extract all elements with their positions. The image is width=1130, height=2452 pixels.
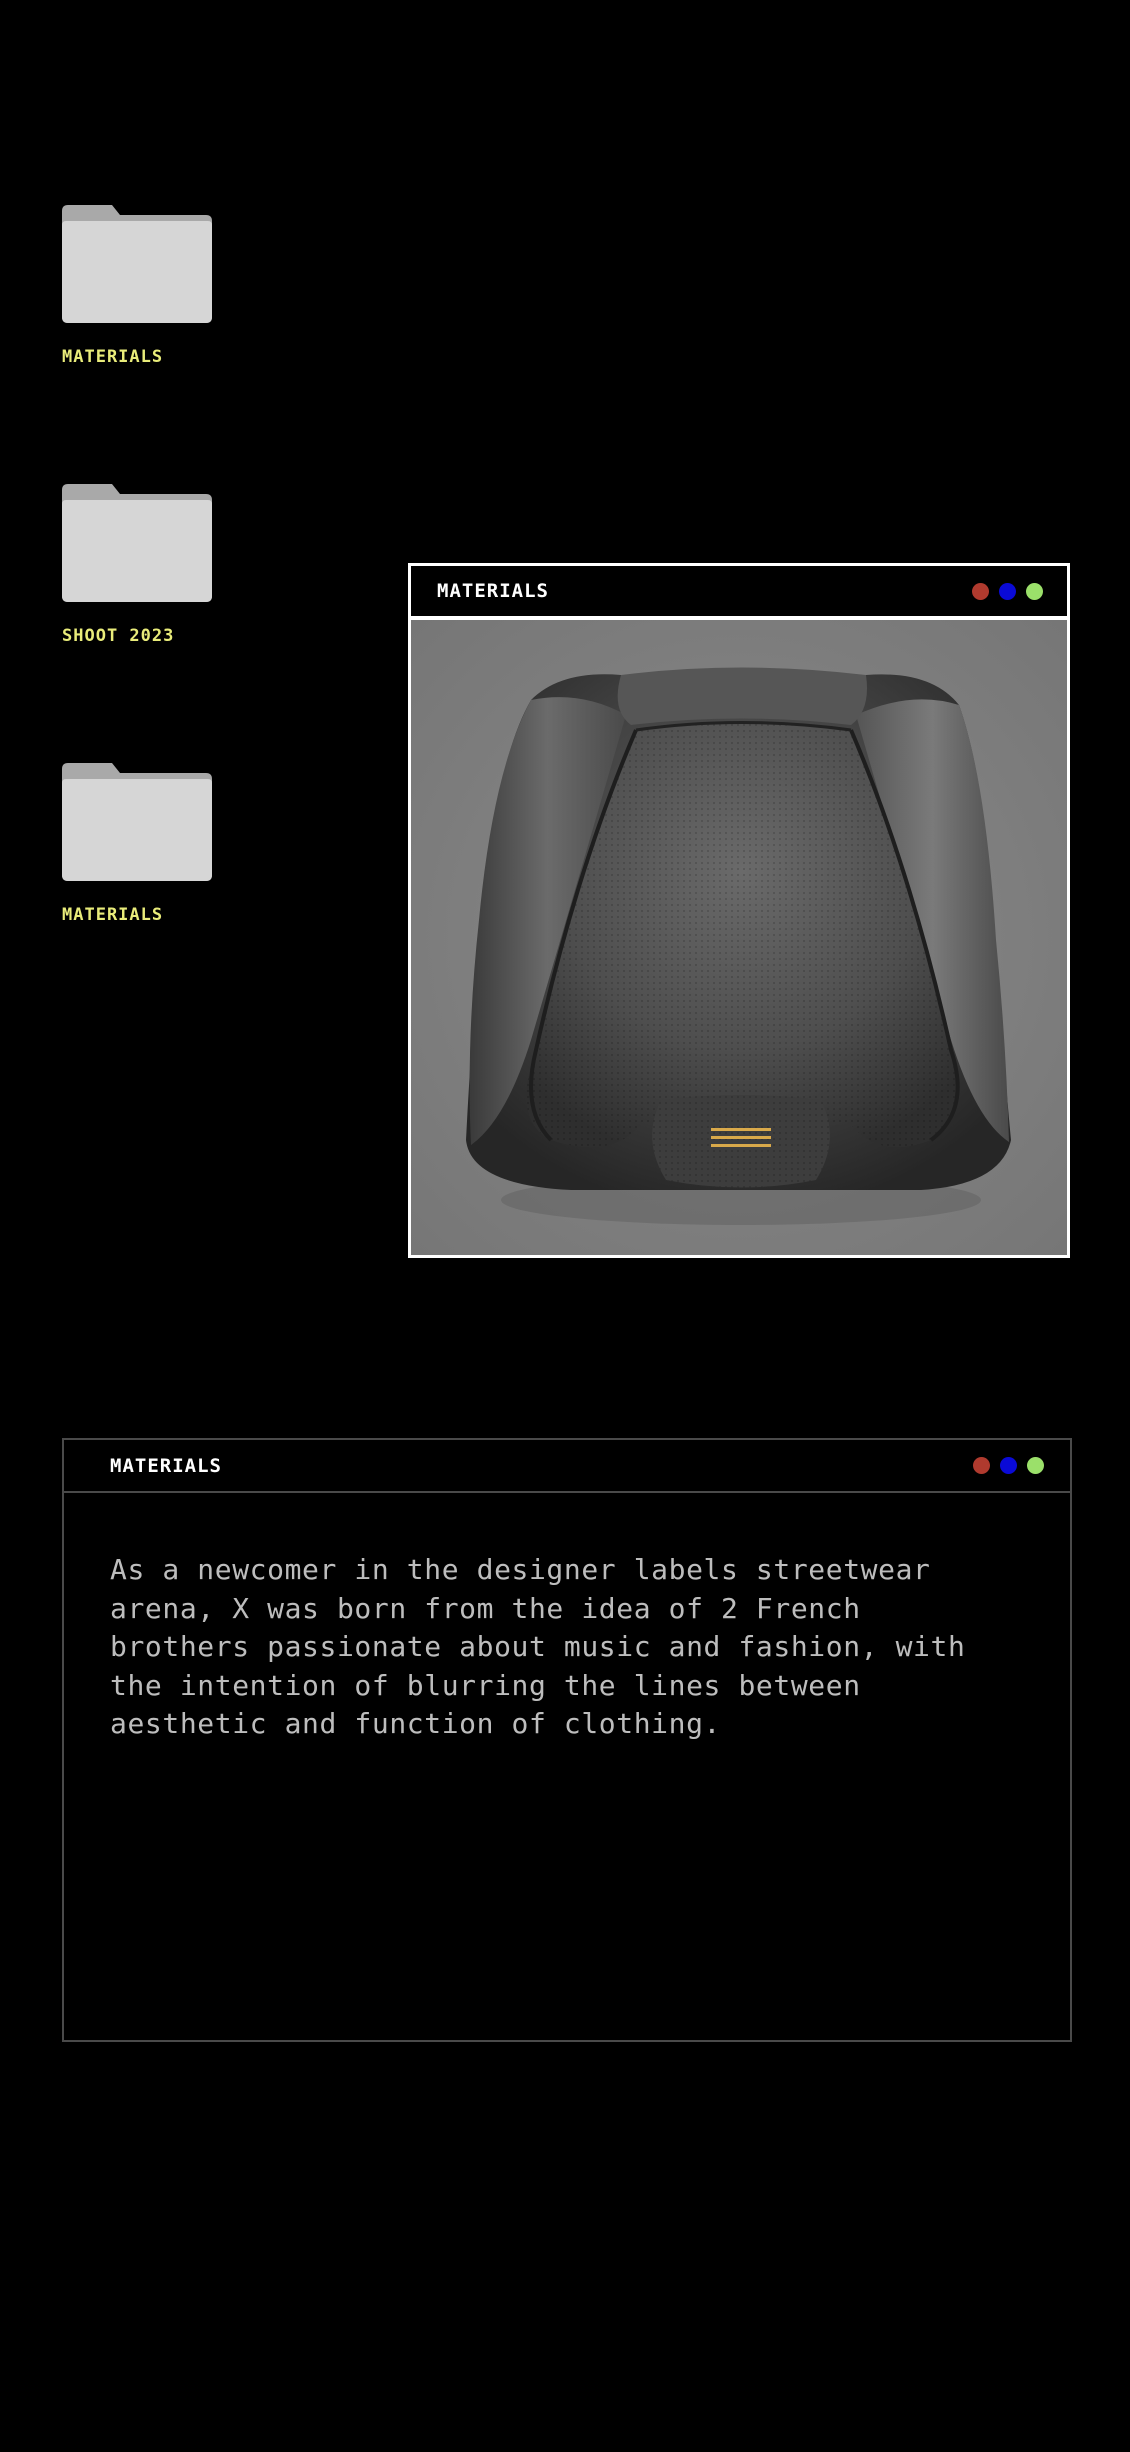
- image-window: MATERIALS: [408, 563, 1070, 1258]
- window-controls: [973, 1457, 1044, 1474]
- maximize-button[interactable]: [1026, 582, 1043, 600]
- folder-icon: [62, 205, 212, 323]
- image-viewer: [411, 620, 1067, 1255]
- folder-label: MATERIALS: [62, 347, 164, 367]
- minimize-button[interactable]: [1000, 1457, 1017, 1474]
- maximize-button[interactable]: [1027, 1457, 1044, 1474]
- folder-materials-1[interactable]: MATERIALS: [62, 205, 212, 367]
- minimize-button[interactable]: [999, 582, 1016, 600]
- folder-label: MATERIALS: [62, 905, 164, 925]
- close-button[interactable]: [972, 582, 989, 600]
- padded-backpack-image: [466, 667, 1011, 1225]
- folder-shoot-2023[interactable]: SHOOT 2023: [62, 484, 212, 646]
- folder-icon: [62, 484, 212, 602]
- window-title: MATERIALS: [110, 1454, 222, 1477]
- close-button[interactable]: [973, 1457, 990, 1474]
- window-controls: [972, 582, 1043, 600]
- folder-label: SHOOT 2023: [62, 626, 175, 646]
- folder-materials-2[interactable]: MATERIALS: [62, 763, 212, 925]
- window-body-text: As a newcomer in the designer labels str…: [110, 1553, 966, 1740]
- folder-icon: [62, 763, 212, 881]
- window-titlebar[interactable]: MATERIALS: [411, 566, 1067, 616]
- window-title: MATERIALS: [437, 580, 549, 602]
- text-window: MATERIALS As a newcomer in the designer …: [62, 1438, 1072, 2042]
- window-titlebar[interactable]: MATERIALS: [64, 1440, 1070, 1493]
